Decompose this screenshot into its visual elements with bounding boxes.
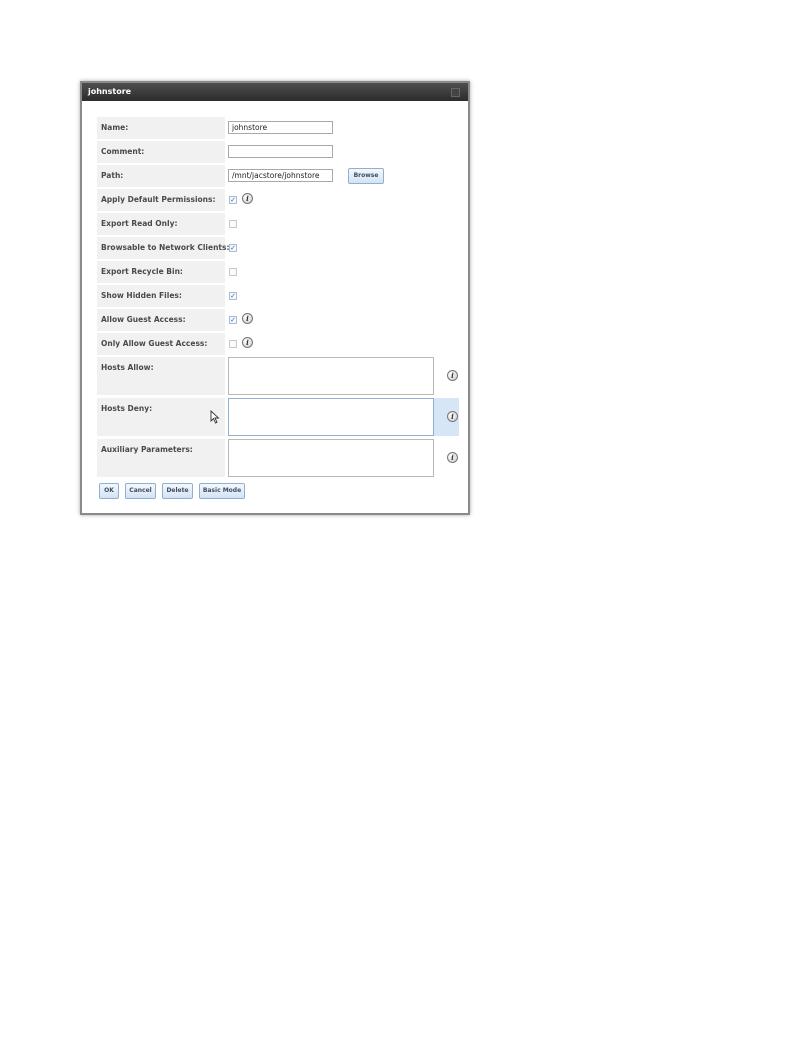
dialog-titlebar[interactable]: johnstore xyxy=(82,83,468,101)
allow-guest-access-label: Allow Guest Access: xyxy=(97,309,225,331)
row-apply-default-permissions: Apply Default Permissions: ✓ i xyxy=(97,189,459,211)
info-icon[interactable]: i xyxy=(447,452,458,463)
row-export-recycle-bin: Export Recycle Bin: xyxy=(97,261,459,283)
row-export-read-only: Export Read Only: xyxy=(97,213,459,235)
name-label: Name: xyxy=(97,117,225,139)
row-hosts-allow: Hosts Allow: i xyxy=(97,357,459,395)
info-icon[interactable]: i xyxy=(242,313,253,324)
hosts-deny-label: Hosts Deny: xyxy=(97,398,225,436)
name-input[interactable]: johnstore xyxy=(228,121,333,134)
row-path: Path: /mnt/jacstore/johnstore Browse xyxy=(97,165,459,187)
row-browsable: Browsable to Network Clients: ✓ xyxy=(97,237,459,259)
info-icon[interactable]: i xyxy=(242,337,253,348)
ok-button[interactable]: OK xyxy=(99,483,119,499)
row-hosts-deny: Hosts Deny: i xyxy=(97,398,459,436)
apply-default-permissions-checkbox[interactable]: ✓ xyxy=(229,196,237,204)
only-allow-guest-access-checkbox[interactable] xyxy=(229,340,237,348)
row-only-allow-guest-access: Only Allow Guest Access: i xyxy=(97,333,459,355)
hosts-allow-label: Hosts Allow: xyxy=(97,357,225,395)
auxiliary-parameters-textarea[interactable] xyxy=(228,439,434,477)
path-input[interactable]: /mnt/jacstore/johnstore xyxy=(228,169,333,182)
dialog-button-bar: OK Cancel Delete Basic Mode xyxy=(97,483,457,501)
row-comment: Comment: xyxy=(97,141,459,163)
share-settings-dialog: johnstore Name: johnstore Comment: Path:… xyxy=(80,81,470,515)
browse-button[interactable]: Browse xyxy=(348,168,384,184)
row-allow-guest-access: Allow Guest Access: ✓ i xyxy=(97,309,459,331)
mouse-pointer-icon xyxy=(210,410,220,424)
path-label: Path: xyxy=(97,165,225,187)
only-allow-guest-access-label: Only Allow Guest Access: xyxy=(97,333,225,355)
allow-guest-access-checkbox[interactable]: ✓ xyxy=(229,316,237,324)
export-read-only-checkbox[interactable] xyxy=(229,220,237,228)
export-recycle-bin-label: Export Recycle Bin: xyxy=(97,261,225,283)
dialog-title: johnstore xyxy=(88,87,132,96)
export-read-only-label: Export Read Only: xyxy=(97,213,225,235)
show-hidden-files-checkbox[interactable]: ✓ xyxy=(229,292,237,300)
comment-input[interactable] xyxy=(228,145,333,158)
info-icon[interactable]: i xyxy=(242,193,253,204)
row-auxiliary-parameters: Auxiliary Parameters: i xyxy=(97,439,459,477)
share-form: Name: johnstore Comment: Path: /mnt/jacs… xyxy=(97,117,459,480)
info-icon[interactable]: i xyxy=(447,370,458,381)
hosts-deny-textarea[interactable] xyxy=(228,398,434,436)
apply-default-permissions-label: Apply Default Permissions: xyxy=(97,189,225,211)
info-icon[interactable]: i xyxy=(447,411,458,422)
row-name: Name: johnstore xyxy=(97,117,459,139)
comment-label: Comment: xyxy=(97,141,225,163)
hosts-allow-textarea[interactable] xyxy=(228,357,434,395)
basic-mode-button[interactable]: Basic Mode xyxy=(199,483,245,499)
export-recycle-bin-checkbox[interactable] xyxy=(229,268,237,276)
row-show-hidden-files: Show Hidden Files: ✓ xyxy=(97,285,459,307)
delete-button[interactable]: Delete xyxy=(162,483,193,499)
auxiliary-parameters-label: Auxiliary Parameters: xyxy=(97,439,225,477)
close-icon[interactable] xyxy=(451,88,460,97)
browsable-checkbox[interactable]: ✓ xyxy=(229,244,237,252)
browsable-label: Browsable to Network Clients: xyxy=(97,237,229,259)
cancel-button[interactable]: Cancel xyxy=(125,483,156,499)
show-hidden-files-label: Show Hidden Files: xyxy=(97,285,225,307)
